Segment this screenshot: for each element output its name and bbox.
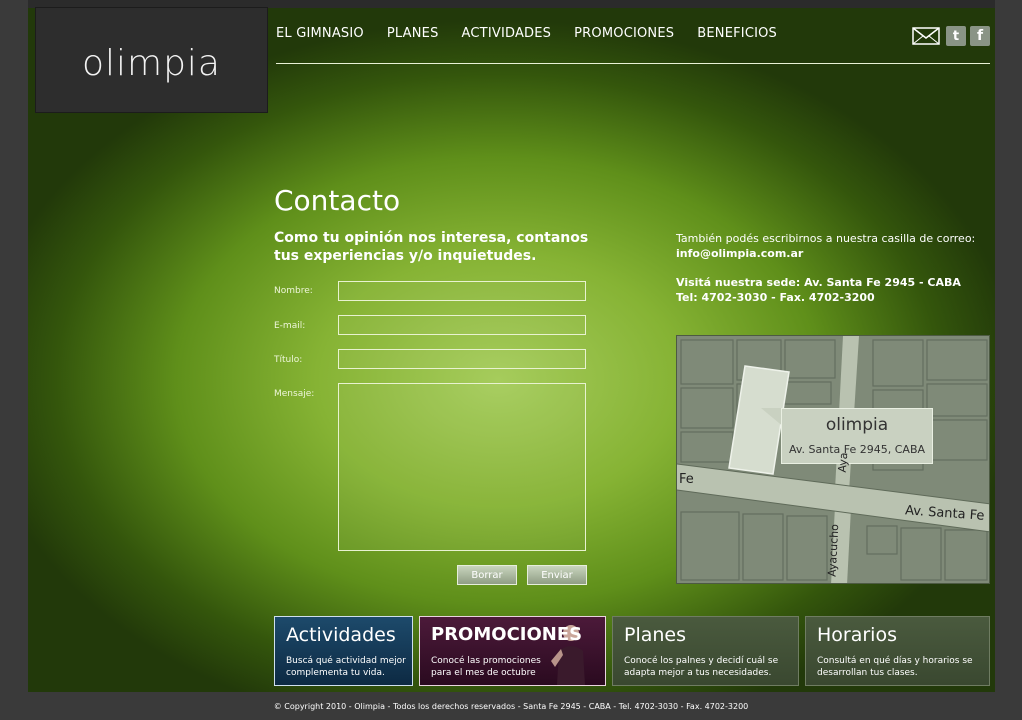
tile-promociones-title: PROMOCIONES xyxy=(431,624,583,645)
logo[interactable]: olimpia xyxy=(35,7,268,113)
street-label-fe: Fe xyxy=(679,472,694,487)
nav-promociones[interactable]: PROMOCIONES xyxy=(574,26,674,41)
map-callout: olimpia Av. Santa Fe 2945, CABA xyxy=(781,408,933,464)
main-frame: olimpia EL GIMNASIO PLANES ACTIVIDADES P… xyxy=(28,0,995,692)
facebook-icon[interactable]: f xyxy=(970,26,990,46)
tile-planes-desc: Conocé los palnes y decidí cuál se adapt… xyxy=(624,656,779,678)
twitter-icon[interactable]: t xyxy=(946,26,966,46)
contact-info: También podés escribirnos a nuestra casi… xyxy=(676,231,995,305)
nav-beneficios[interactable]: BENEFICIOS xyxy=(697,26,777,41)
mensaje-label: Mensaje: xyxy=(274,389,315,399)
map-callout-address: Av. Santa Fe 2945, CABA xyxy=(788,443,926,456)
map-callout-name: olimpia xyxy=(825,415,889,435)
location-map[interactable]: olimpia Av. Santa Fe 2945, CABA Fe Av. S… xyxy=(676,335,990,584)
mensaje-textarea[interactable] xyxy=(338,383,586,551)
tile-actividades-desc: Buscá qué actividad mejor complementa tu… xyxy=(286,656,406,678)
titulo-label: Título: xyxy=(274,355,303,365)
titulo-input[interactable] xyxy=(338,349,586,369)
tile-promociones[interactable]: PROMOCIONES Conocé las promociones para … xyxy=(419,616,606,686)
info-email-intro: También podés escribirnos a nuestra casi… xyxy=(676,232,976,245)
info-email-link[interactable]: info@olimpia.com.ar xyxy=(676,246,995,261)
tile-promociones-desc: Conocé las promociones para el mes de oc… xyxy=(431,656,541,678)
tile-actividades-title: Actividades xyxy=(286,624,396,646)
logo-text: olimpia xyxy=(81,43,221,84)
street-label-ayacucho: Ayacucho xyxy=(825,523,842,578)
footer-copyright: © Copyright 2010 - Olimpia - Todos los d… xyxy=(273,702,749,711)
tile-horarios-title: Horarios xyxy=(817,624,897,646)
tile-actividades[interactable]: Actividades Buscá qué actividad mejor co… xyxy=(274,616,413,686)
tile-horarios[interactable]: Horarios Consultá en qué días y horarios… xyxy=(805,616,990,686)
tile-planes[interactable]: Planes Conocé los palnes y decidí cuál s… xyxy=(612,616,799,686)
nav-planes[interactable]: PLANES xyxy=(387,26,439,41)
street-label-aya: Aya xyxy=(835,451,851,474)
info-sede: Visitá nuestra sede: Av. Santa Fe 2945 -… xyxy=(676,276,961,289)
nav-actividades[interactable]: ACTIVIDADES xyxy=(462,26,552,41)
enviar-button[interactable]: Enviar xyxy=(527,565,587,585)
main-nav: EL GIMNASIO PLANES ACTIVIDADES PROMOCION… xyxy=(276,26,777,41)
email-input[interactable] xyxy=(338,315,586,335)
info-tel: Tel: 4702-3030 - Fax. 4702-3200 xyxy=(676,291,875,304)
borrar-button[interactable]: Borrar xyxy=(457,565,517,585)
tile-horarios-desc: Consultá en qué días y horarios se desar… xyxy=(817,656,973,678)
nav-el-gimnasio[interactable]: EL GIMNASIO xyxy=(276,26,364,41)
page-title: Contacto xyxy=(274,184,401,217)
nav-divider xyxy=(276,63,990,64)
email-label: E-mail: xyxy=(274,321,306,331)
contact-subtitle: Como tu opinión nos interesa, contanos t… xyxy=(274,230,589,264)
nombre-label: Nombre: xyxy=(274,286,313,296)
nombre-input[interactable] xyxy=(338,281,586,301)
tile-planes-title: Planes xyxy=(624,624,687,646)
mail-icon[interactable] xyxy=(912,26,940,46)
